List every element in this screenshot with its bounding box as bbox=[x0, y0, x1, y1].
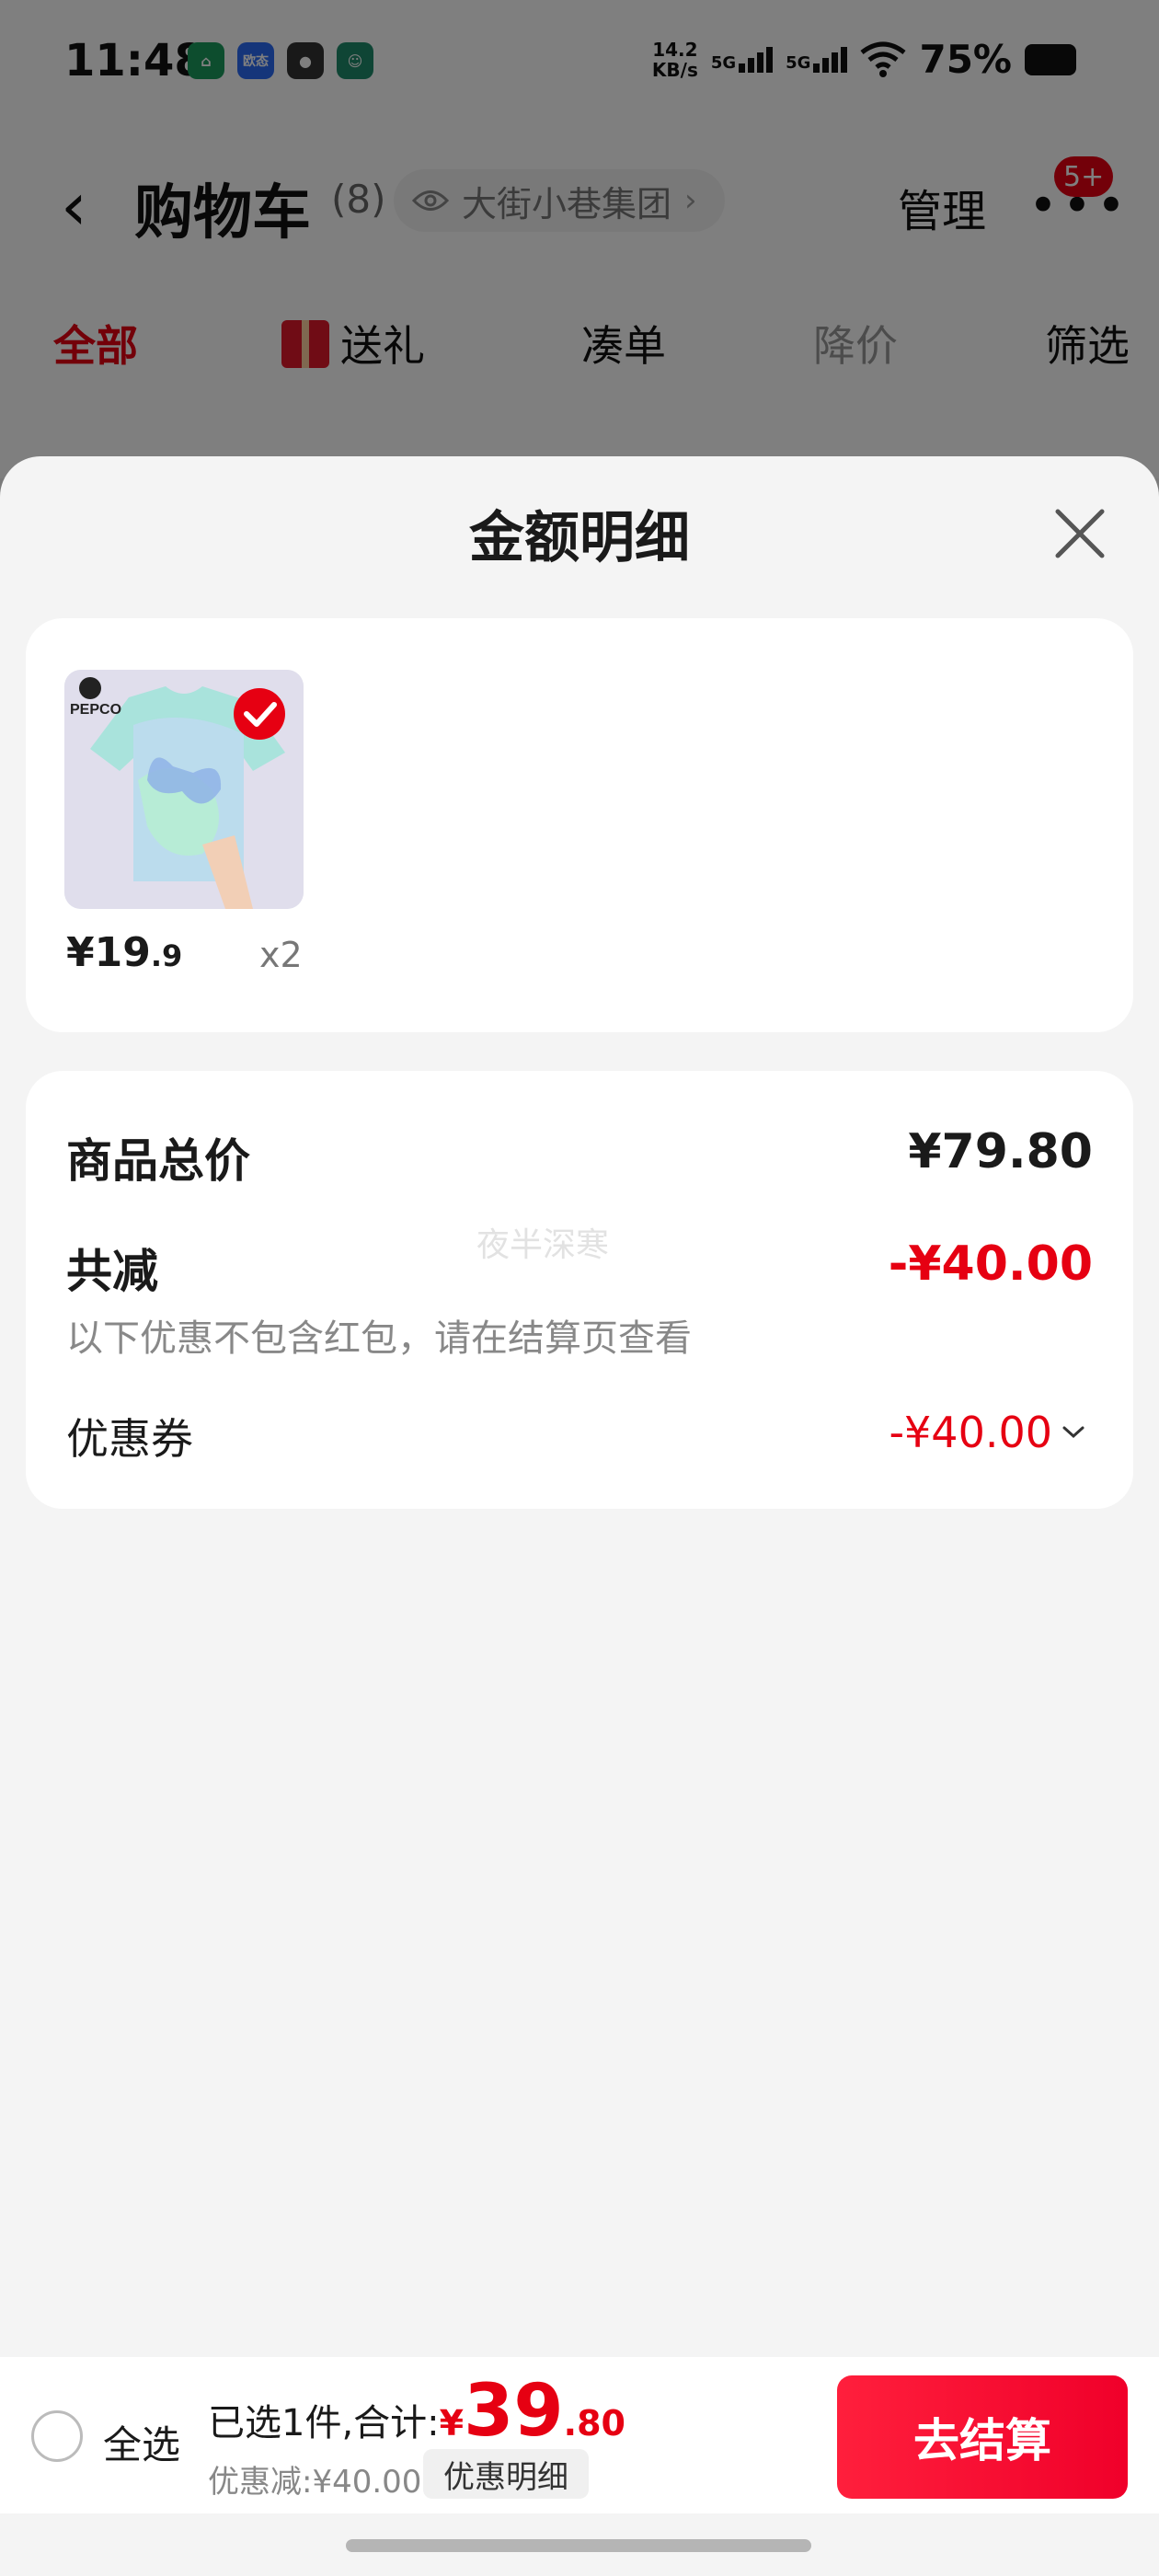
tshirt-image: PEPCO bbox=[64, 670, 304, 909]
sheet-title: 金额明细 bbox=[469, 506, 690, 570]
checkout-button[interactable]: 去结算 bbox=[837, 2375, 1128, 2499]
select-all-radio[interactable] bbox=[31, 2410, 83, 2462]
select-all-label[interactable]: 全选 bbox=[103, 2414, 180, 2470]
total-price-value: ¥79.80 bbox=[908, 1124, 1093, 1179]
discount-detail-button[interactable]: 优惠明细 bbox=[423, 2449, 589, 2499]
total-price-label: 商品总价 bbox=[66, 1134, 250, 1188]
home-indicator[interactable] bbox=[346, 2539, 811, 2552]
discount-summary: 优惠减:¥40.00 bbox=[208, 2464, 422, 2501]
checkout-bar: 全选 已选1件,合计: ¥ 39 .80 优惠减:¥40.00 优惠明细 去结算 bbox=[0, 2357, 1159, 2513]
close-button[interactable] bbox=[1045, 499, 1115, 569]
selected-total: 已选1件,合计: ¥ 39 .80 bbox=[208, 2370, 625, 2453]
watermark-text: 夜半深寒 bbox=[476, 1226, 610, 1264]
close-icon bbox=[1055, 509, 1105, 558]
discount-label: 共减 bbox=[66, 1245, 158, 1298]
product-price: ¥19.9 bbox=[66, 929, 183, 976]
coupon-value-toggle[interactable]: -¥40.00 bbox=[889, 1408, 1085, 1457]
modal-overlay[interactable] bbox=[0, 0, 1159, 478]
brand-logo-text: PEPCO bbox=[70, 702, 121, 718]
coupon-label: 优惠券 bbox=[66, 1414, 193, 1464]
discount-value: -¥40.00 bbox=[888, 1236, 1093, 1292]
chevron-down-icon bbox=[1062, 1426, 1084, 1439]
product-image[interactable]: PEPCO bbox=[64, 670, 304, 909]
product-quantity: x2 bbox=[259, 935, 303, 975]
price-summary-card: 商品总价 ¥79.80 夜半深寒 共减 -¥40.00 以下优惠不包含红包，请在… bbox=[26, 1071, 1133, 1509]
product-card: PEPCO ¥19.9 x2 bbox=[26, 618, 1133, 1032]
amount-detail-sheet: 金额明细 PEPCO ¥19.9 x2 商品总价 ¥79.80 夜半深寒 共减 … bbox=[0, 456, 1159, 2576]
discount-note: 以下优惠不包含红包，请在结算页查看 bbox=[66, 1317, 692, 1360]
